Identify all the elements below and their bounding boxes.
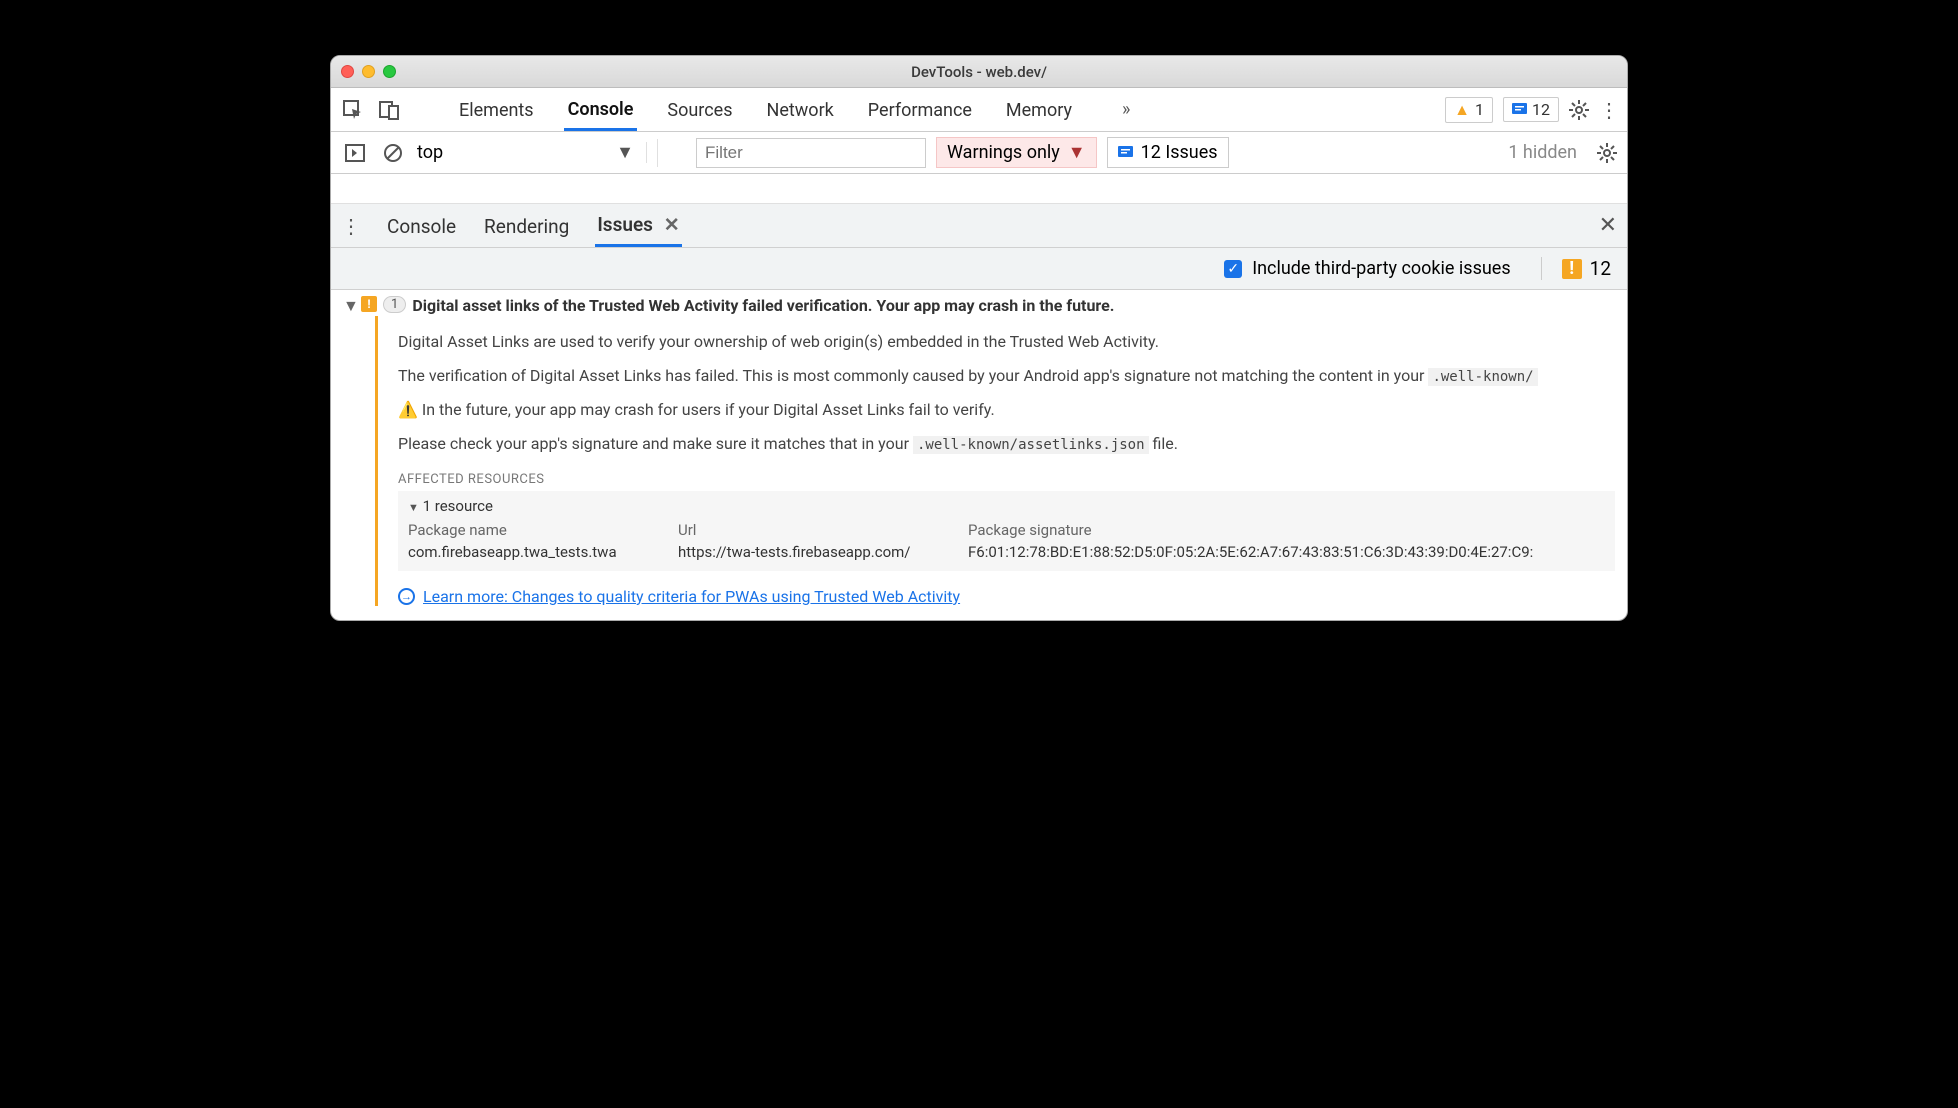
issue-paragraph: Digital Asset Links are used to verify y…: [398, 330, 1615, 354]
drawer-close-icon[interactable]: ✕: [1599, 213, 1617, 238]
issue-paragraph: Please check your app's signature and ma…: [398, 432, 1615, 456]
console-toolbar: top ▼ Warnings only ▼ 12 Issues 1 hidden: [331, 132, 1627, 174]
issue-title: Digital asset links of the Trusted Web A…: [412, 296, 1114, 315]
device-toggle-icon[interactable]: [375, 96, 403, 124]
drawer-tab-issues[interactable]: Issues ✕: [595, 204, 681, 247]
more-menu-icon[interactable]: ⋮: [1599, 98, 1619, 122]
drawer-tab-rendering[interactable]: Rendering: [482, 206, 571, 246]
console-output-area: [331, 174, 1627, 204]
expand-icon: ▼: [408, 501, 419, 514]
expand-icon[interactable]: ▼: [343, 296, 355, 316]
resource-table: Package name Url Package signature com.f…: [408, 521, 1605, 561]
console-settings-icon[interactable]: [1597, 143, 1617, 163]
live-expression-icon[interactable]: [657, 139, 686, 167]
toolbar-right: ▲ 1 12 ⋮: [1445, 97, 1619, 123]
issue-flag-icon: !: [361, 296, 377, 312]
issues-total-count: 12: [1590, 257, 1611, 280]
resource-toggle[interactable]: ▼ 1 resource: [408, 497, 1605, 515]
chevron-down-icon: ▼: [1068, 142, 1086, 163]
warning-icon: ▲: [1454, 100, 1470, 120]
learn-more: → Learn more: Changes to quality criteri…: [398, 587, 1615, 606]
window-title: DevTools - web.dev/: [331, 63, 1627, 81]
maximize-window-button[interactable]: [383, 65, 396, 78]
column-header: Package signature: [968, 521, 1605, 539]
issue-header[interactable]: ▼ ! 1 Digital asset links of the Trusted…: [343, 296, 1615, 316]
traffic-lights: [341, 65, 396, 78]
hidden-count[interactable]: 1 hidden: [1508, 142, 1577, 163]
issue-flag-icon: !: [1562, 259, 1582, 279]
issues-total: ! 12: [1541, 257, 1611, 280]
devtools-window: DevTools - web.dev/ Elements Console Sou…: [330, 55, 1628, 621]
drawer-tab-issues-label: Issues: [597, 213, 653, 236]
code-snippet: .well-known/: [1428, 368, 1537, 386]
issue-paragraph: The verification of Digital Asset Links …: [398, 364, 1615, 388]
affected-resources-label: AFFECTED RESOURCES: [398, 472, 1615, 487]
context-value: top: [417, 142, 443, 163]
message-icon: [1512, 102, 1527, 117]
code-snippet: .well-known/assetlinks.json: [913, 436, 1149, 454]
issues-label: 12 Issues: [1141, 142, 1218, 163]
tab-elements[interactable]: Elements: [455, 90, 538, 129]
cell-package: com.firebaseapp.twa_tests.twa: [408, 543, 668, 561]
chevron-down-icon: ▼: [616, 142, 634, 163]
issues-list: ▼ ! 1 Digital asset links of the Trusted…: [331, 290, 1627, 620]
issues-toolbar: ✓ Include third-party cookie issues ! 12: [331, 248, 1627, 290]
messages-count: 12: [1532, 100, 1550, 119]
titlebar: DevTools - web.dev/: [331, 56, 1627, 88]
column-header: Url: [678, 521, 958, 539]
messages-chip[interactable]: 12: [1503, 97, 1559, 122]
message-icon: [1118, 145, 1133, 160]
level-value: Warnings only: [947, 142, 1060, 163]
more-tabs-icon[interactable]: »: [1122, 99, 1130, 120]
include-third-party-label: Include third-party cookie issues: [1252, 258, 1510, 279]
filter-input[interactable]: [696, 138, 926, 168]
tab-performance[interactable]: Performance: [864, 90, 976, 129]
drawer-tabs: ⋮ Console Rendering Issues ✕ ✕: [331, 204, 1627, 248]
minimize-window-button[interactable]: [362, 65, 375, 78]
clear-console-icon[interactable]: [379, 139, 407, 167]
log-level-select[interactable]: Warnings only ▼: [936, 137, 1097, 168]
cell-signature: F6:01:12:78:BD:E1:88:52:D5:0F:05:2A:5E:6…: [968, 543, 1605, 561]
issue-paragraph: ⚠️ In the future, your app may crash for…: [398, 398, 1615, 422]
tab-sources[interactable]: Sources: [663, 90, 736, 129]
arrow-right-icon: →: [398, 588, 415, 605]
warnings-chip[interactable]: ▲ 1: [1445, 97, 1493, 123]
tab-network[interactable]: Network: [763, 90, 838, 129]
cell-url: https://twa-tests.firebaseapp.com/: [678, 543, 958, 561]
drawer-tab-console[interactable]: Console: [385, 206, 458, 246]
include-third-party-checkbox[interactable]: ✓: [1224, 260, 1242, 278]
settings-icon[interactable]: [1569, 100, 1589, 120]
issue-count-pill: 1: [383, 296, 406, 313]
close-window-button[interactable]: [341, 65, 354, 78]
drawer-menu-icon[interactable]: ⋮: [341, 214, 361, 238]
tab-memory[interactable]: Memory: [1002, 90, 1076, 129]
main-toolbar: Elements Console Sources Network Perform…: [331, 88, 1627, 132]
affected-resources: ▼ 1 resource Package name Url Package si…: [398, 491, 1615, 571]
context-selector[interactable]: top ▼: [417, 142, 647, 163]
resource-count: 1 resource: [423, 497, 493, 515]
column-header: Package name: [408, 521, 668, 539]
warning-icon: ⚠️: [398, 400, 418, 419]
issue-body: Digital Asset Links are used to verify y…: [375, 316, 1615, 606]
learn-more-link[interactable]: Learn more: Changes to quality criteria …: [423, 587, 960, 606]
close-tab-icon[interactable]: ✕: [664, 213, 680, 236]
issues-button[interactable]: 12 Issues: [1107, 137, 1229, 168]
tab-console[interactable]: Console: [564, 89, 638, 131]
main-tabs: Elements Console Sources Network Perform…: [455, 89, 1130, 131]
toggle-sidebar-icon[interactable]: [341, 139, 369, 167]
inspect-element-icon[interactable]: [339, 96, 367, 124]
warnings-count: 1: [1475, 100, 1484, 119]
